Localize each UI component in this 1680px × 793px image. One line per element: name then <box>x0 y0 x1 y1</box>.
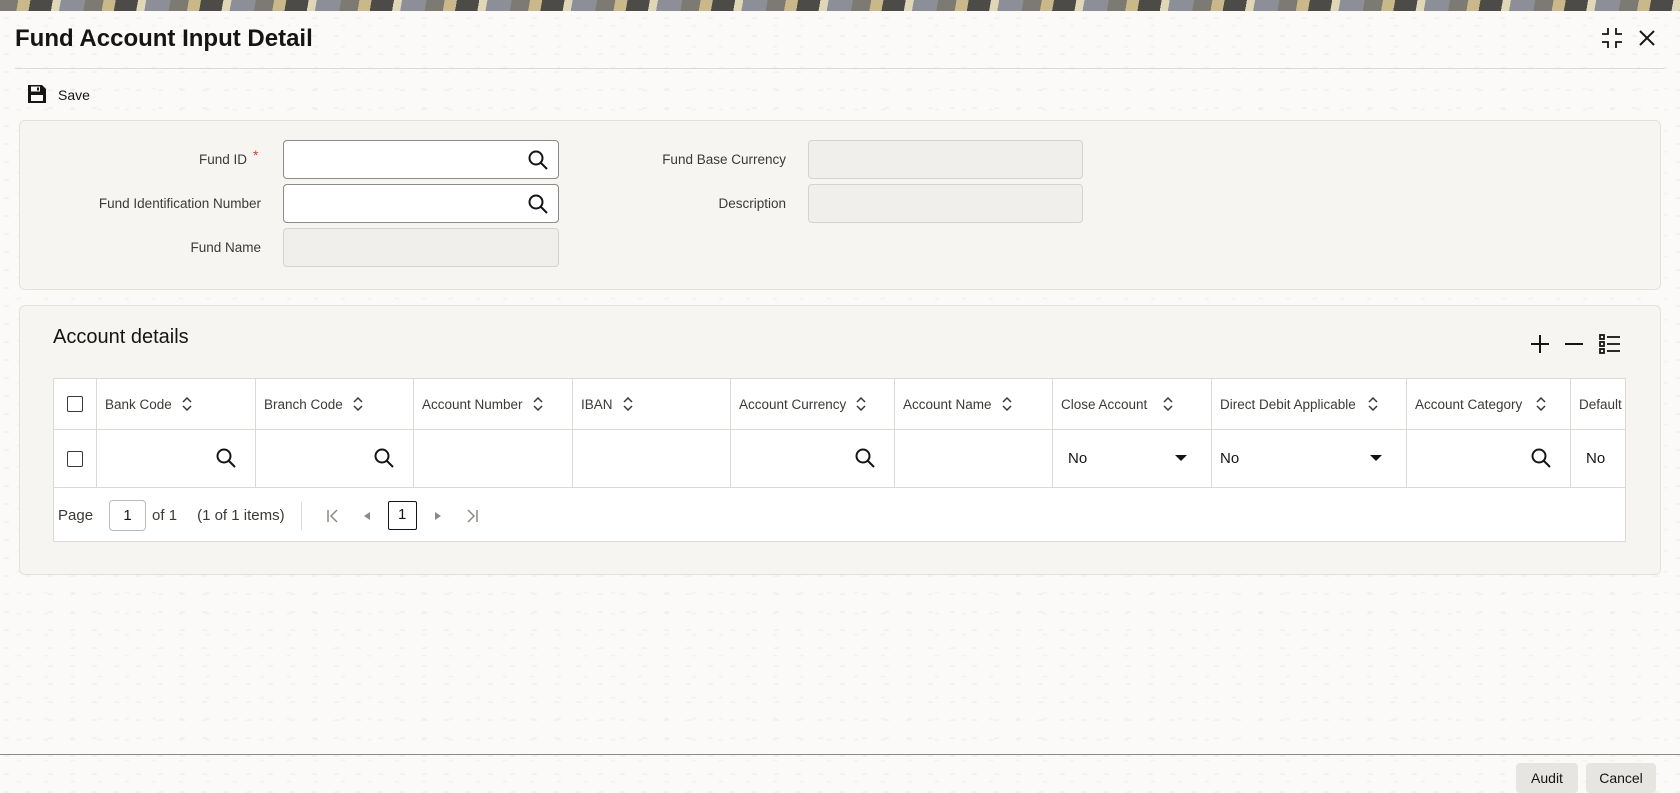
remove-icon[interactable] <box>1561 331 1587 357</box>
default-cell[interactable]: No <box>1571 430 1625 487</box>
search-icon[interactable] <box>527 193 549 215</box>
row-select-cell <box>54 430 97 487</box>
column-header-account-number[interactable]: Account Number <box>414 379 573 429</box>
last-page-icon[interactable] <box>462 506 482 526</box>
save-label: Save <box>58 87 90 103</box>
direct-debit-applicable-value: No <box>1220 450 1240 467</box>
branch-code-cell[interactable] <box>256 430 414 487</box>
account-name-cell[interactable] <box>895 430 1053 487</box>
account-category-cell[interactable] <box>1407 430 1571 487</box>
close-account-value: No <box>1068 450 1088 467</box>
next-page-icon[interactable] <box>428 506 448 526</box>
page-label: Page <box>58 507 94 524</box>
sort-icon[interactable] <box>622 397 633 411</box>
search-icon[interactable] <box>373 447 395 469</box>
column-label: Default <box>1579 396 1622 412</box>
select-all-checkbox[interactable] <box>67 396 83 412</box>
column-label: Account Currency <box>739 396 847 412</box>
close-icon[interactable] <box>1635 26 1659 50</box>
fund-identification-number-label: Fund Identification Number <box>98 196 261 211</box>
column-label: Account Name <box>903 396 992 412</box>
fund-name-label: Fund Name <box>190 240 261 255</box>
fund-name-field <box>283 228 559 267</box>
fund-identification-number-input[interactable] <box>284 185 558 222</box>
header-banner-strip <box>0 0 1680 11</box>
chevron-down-icon[interactable] <box>1175 455 1187 461</box>
cancel-button[interactable]: Cancel <box>1586 763 1656 793</box>
column-header-direct-debit-applicable[interactable]: Direct Debit Applicable <box>1212 379 1407 429</box>
current-page-button[interactable]: 1 <box>387 501 417 530</box>
column-header-account-currency[interactable]: Account Currency <box>731 379 895 429</box>
fund-name-input <box>284 229 558 266</box>
search-icon[interactable] <box>854 447 876 469</box>
column-label: Direct Debit Applicable <box>1220 396 1356 412</box>
pager-divider <box>300 501 302 530</box>
page-title: Fund Account Input Detail <box>15 25 313 52</box>
sort-icon[interactable] <box>1002 397 1012 411</box>
column-header-account-category[interactable]: Account Category <box>1407 379 1571 429</box>
page-of-label: of 1 <box>152 507 178 524</box>
column-label: Branch Code <box>264 396 343 412</box>
first-page-icon[interactable] <box>323 506 343 526</box>
sort-icon[interactable] <box>533 397 543 411</box>
fund-base-currency-label: Fund Base Currency <box>662 152 786 167</box>
sort-icon[interactable] <box>1163 397 1173 411</box>
bank-code-cell[interactable] <box>97 430 256 487</box>
column-label: Close Account <box>1061 396 1148 412</box>
fund-base-currency-input <box>809 141 1082 178</box>
list-view-icon[interactable] <box>1597 331 1623 357</box>
account-details-title: Account details <box>53 326 189 348</box>
search-icon[interactable] <box>215 447 237 469</box>
previous-page-icon[interactable] <box>357 506 377 526</box>
account-details-grid: Bank Code Branch Code Account Number IBA… <box>53 378 1626 542</box>
search-icon[interactable] <box>527 149 549 171</box>
grid-header-row: Bank Code Branch Code Account Number IBA… <box>54 379 1625 430</box>
header-divider <box>15 68 1665 69</box>
sort-icon[interactable] <box>1368 397 1378 411</box>
sort-icon[interactable] <box>182 397 192 411</box>
account-number-cell[interactable] <box>414 430 573 487</box>
pagination-bar: Page 1 of 1 (1 of 1 items) 1 <box>54 488 1625 541</box>
default-value: No <box>1586 450 1606 467</box>
column-header-close-account[interactable]: Close Account <box>1053 379 1212 429</box>
fund-identification-number-field[interactable] <box>283 184 559 223</box>
chevron-down-icon[interactable] <box>1370 455 1382 461</box>
close-account-select[interactable]: No <box>1053 430 1212 487</box>
fund-id-input[interactable] <box>284 141 558 178</box>
description-field <box>808 184 1083 223</box>
column-label: Account Category <box>1415 396 1523 412</box>
sort-icon[interactable] <box>856 397 866 411</box>
column-label: Account Number <box>422 396 523 412</box>
floppy-disk-icon <box>26 83 48 108</box>
column-header-account-name[interactable]: Account Name <box>895 379 1053 429</box>
audit-button[interactable]: Audit <box>1516 763 1578 793</box>
account-currency-cell[interactable] <box>731 430 895 487</box>
fund-id-label: Fund ID <box>198 152 247 167</box>
required-marker: * <box>253 147 259 163</box>
page-number-input[interactable]: 1 <box>109 500 147 531</box>
column-header-bank-code[interactable]: Bank Code <box>97 379 256 429</box>
column-label: Bank Code <box>105 396 172 412</box>
select-all-cell <box>54 379 97 429</box>
table-row[interactable]: No No No <box>54 430 1625 488</box>
save-button[interactable]: Save <box>26 83 90 107</box>
items-count-label: (1 of 1 items) <box>197 507 285 524</box>
description-label: Description <box>718 196 786 211</box>
column-header-branch-code[interactable]: Branch Code <box>256 379 414 429</box>
fund-id-field[interactable] <box>283 140 559 179</box>
column-header-default[interactable]: Default <box>1571 379 1625 429</box>
search-icon[interactable] <box>1530 447 1552 469</box>
footer-divider <box>0 754 1680 755</box>
fund-base-currency-field <box>808 140 1083 179</box>
sort-icon[interactable] <box>1536 397 1546 411</box>
column-header-iban[interactable]: IBAN <box>573 379 731 429</box>
column-label: IBAN <box>581 396 613 412</box>
direct-debit-applicable-select[interactable]: No <box>1212 430 1407 487</box>
row-checkbox[interactable] <box>67 450 83 467</box>
iban-cell[interactable] <box>573 430 731 487</box>
sort-icon[interactable] <box>353 397 363 411</box>
add-icon[interactable] <box>1527 331 1553 357</box>
maximize-icon[interactable] <box>1600 26 1624 50</box>
description-input <box>809 185 1082 222</box>
